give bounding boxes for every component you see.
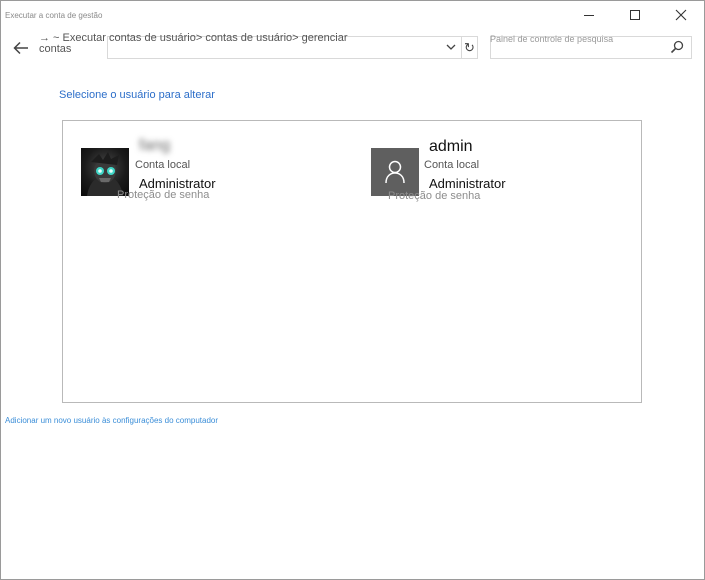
arrow-left-icon xyxy=(13,41,28,55)
chevron-down-icon xyxy=(446,44,456,50)
user-avatar-generic[interactable] xyxy=(371,148,419,196)
maximize-button[interactable] xyxy=(612,0,657,30)
minimize-button[interactable] xyxy=(566,0,611,30)
maximize-icon xyxy=(629,10,640,20)
user-name[interactable]: admin xyxy=(429,138,473,156)
address-dropdown-button[interactable] xyxy=(444,40,458,54)
user-password-status: Proteção de senha xyxy=(388,190,481,202)
refresh-icon: ↻ xyxy=(464,39,475,55)
close-button[interactable] xyxy=(658,0,703,30)
close-icon xyxy=(675,9,686,21)
user-icon xyxy=(385,160,405,184)
user-account-type: Conta local xyxy=(424,159,480,171)
user-password-status: Proteção de senha xyxy=(117,189,210,201)
minimize-icon xyxy=(583,14,594,16)
add-user-link[interactable]: Adicionar um novo usuário às configuraçõ… xyxy=(5,416,218,425)
address-path[interactable]: → ~ Executar contas de usuário> contas d… xyxy=(39,33,349,55)
user-name[interactable]: fang xyxy=(139,137,170,155)
refresh-button[interactable]: ↻ xyxy=(461,36,478,59)
user-account-type: Conta local xyxy=(135,159,191,171)
user-role: Administrator xyxy=(429,176,506,191)
search-placeholder: Painel de controle de pesquisa xyxy=(490,34,614,44)
back-button[interactable] xyxy=(10,38,32,58)
select-user-heading: Selecione o usuário para alterar xyxy=(59,89,215,101)
window-title: Executar a conta de gestão xyxy=(5,11,103,20)
search-icon[interactable] xyxy=(670,40,684,54)
title-bar: Executar a conta de gestão xyxy=(0,0,703,30)
